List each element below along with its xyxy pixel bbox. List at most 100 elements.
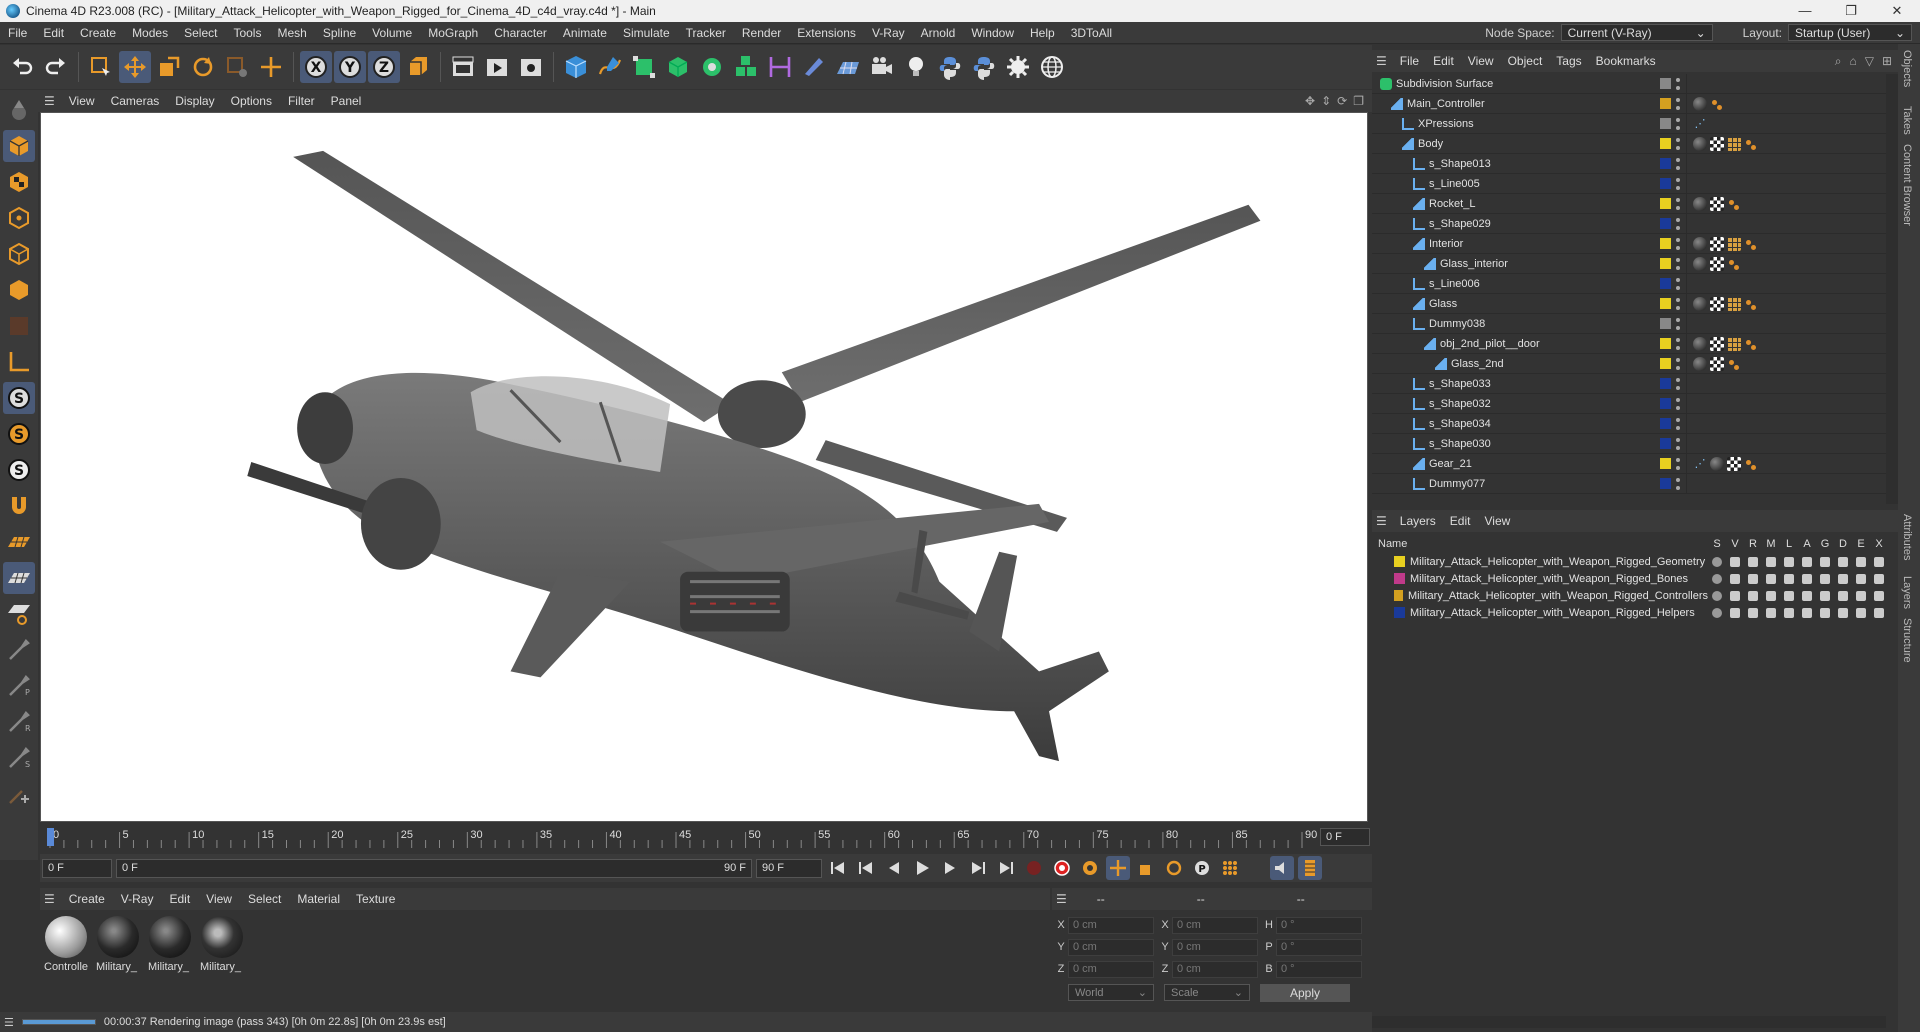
object-row[interactable]: Glass — [1372, 293, 1886, 314]
visibility-dots[interactable] — [1676, 357, 1680, 370]
layer-color-swatch[interactable] — [1660, 138, 1671, 149]
frame-range-slider[interactable]: 0 F 90 F — [116, 858, 752, 878]
layer-toggle-v[interactable] — [1726, 573, 1744, 584]
visibility-dots[interactable] — [1676, 217, 1680, 230]
layer-color-swatch[interactable] — [1660, 298, 1671, 309]
vray-tag-icon[interactable] — [1727, 197, 1741, 211]
layer-color-swatch[interactable] — [1660, 98, 1671, 109]
layer-toggle-d[interactable] — [1834, 590, 1852, 601]
key-pla-button[interactable] — [1218, 856, 1242, 880]
deformer-button[interactable] — [764, 51, 796, 83]
vray-tag-icon[interactable] — [1744, 457, 1758, 471]
tab-objects[interactable]: Objects — [1901, 50, 1913, 87]
scale-mode-dropdown[interactable]: Scale ⌄ — [1164, 984, 1250, 1001]
layer-toggle-r[interactable] — [1744, 556, 1762, 567]
menu-simulate[interactable]: Simulate — [615, 26, 678, 40]
layer-color-swatch[interactable] — [1660, 338, 1671, 349]
layer-toggle-e[interactable] — [1852, 573, 1870, 584]
layer-color-swatch[interactable] — [1660, 398, 1671, 409]
material-menu-create[interactable]: Create — [61, 892, 113, 906]
object-menu-edit[interactable]: Edit — [1426, 54, 1461, 68]
camera-button[interactable] — [866, 51, 898, 83]
menu-modes[interactable]: Modes — [124, 26, 176, 40]
material-menu-material[interactable]: Material — [289, 892, 348, 906]
maximize-view-icon[interactable]: ❐ — [1353, 94, 1364, 108]
hamburger-icon[interactable]: ☰ — [1376, 514, 1387, 528]
layer-toggle-s[interactable] — [1708, 590, 1726, 601]
x-axis-button[interactable]: X — [300, 51, 332, 83]
move-tool-button[interactable] — [119, 51, 151, 83]
menu-select[interactable]: Select — [176, 26, 225, 40]
vray-tag-icon[interactable] — [1744, 237, 1758, 251]
visibility-dots[interactable] — [1676, 137, 1680, 150]
menu-window[interactable]: Window — [963, 26, 1022, 40]
layer-toggle-l[interactable] — [1780, 573, 1798, 584]
menu-spline[interactable]: Spline — [315, 26, 364, 40]
layer-toggle-m[interactable] — [1762, 590, 1780, 601]
viewport-menu-cameras[interactable]: Cameras — [103, 94, 168, 108]
material-tag-icon[interactable] — [1693, 296, 1707, 311]
visibility-dots[interactable] — [1676, 177, 1680, 190]
key-parameter-button[interactable]: P — [1190, 856, 1214, 880]
sculpt-button[interactable] — [3, 634, 35, 666]
visibility-dots[interactable] — [1676, 117, 1680, 130]
z-axis-button[interactable]: Z — [368, 51, 400, 83]
layer-toggle-v[interactable] — [1726, 590, 1744, 601]
layer-color-swatch[interactable] — [1660, 278, 1671, 289]
object-row[interactable]: Gear_21 ⋰ — [1372, 453, 1886, 474]
visibility-dots[interactable] — [1676, 257, 1680, 270]
timeline-window-button[interactable] — [1298, 856, 1322, 880]
uv-tag-icon[interactable] — [1727, 136, 1741, 151]
object-row[interactable]: s_Shape034 — [1372, 413, 1886, 434]
layer-toggle-s[interactable] — [1708, 556, 1726, 567]
material-tag-icon[interactable] — [1693, 236, 1707, 251]
render-view-button[interactable] — [481, 51, 513, 83]
render-settings-button[interactable] — [515, 51, 547, 83]
layer-toggle-l[interactable] — [1780, 556, 1798, 567]
menu-v-ray[interactable]: V-Ray — [864, 26, 913, 40]
menu-render[interactable]: Render — [734, 26, 789, 40]
vray-tag-icon[interactable] — [1744, 137, 1758, 151]
rotation-field[interactable]: 0 ° — [1276, 960, 1362, 978]
next-frame-button[interactable] — [938, 856, 962, 880]
layer-toggle-x[interactable] — [1870, 556, 1888, 567]
material-tag-icon[interactable] — [1693, 196, 1707, 211]
object-row[interactable]: Dummy038 — [1372, 313, 1886, 334]
layer-toggle-r[interactable] — [1744, 607, 1762, 618]
uv-mode-button[interactable] — [3, 310, 35, 342]
layer-toggle-d[interactable] — [1834, 607, 1852, 618]
uv-tag-icon[interactable] — [1727, 236, 1741, 251]
object-scrollbar[interactable] — [1886, 74, 1898, 504]
visibility-dots[interactable] — [1676, 417, 1680, 430]
object-row[interactable]: Glass_2nd — [1372, 353, 1886, 374]
viewport-menu-options[interactable]: Options — [223, 94, 280, 108]
node-space-dropdown[interactable]: Current (V-Ray) ⌄ — [1560, 24, 1713, 41]
xpresso-tag-icon[interactable]: ⋰ — [1693, 117, 1707, 131]
position-field[interactable]: 0 cm — [1068, 960, 1154, 978]
magnet-button[interactable] — [3, 490, 35, 522]
floor-button[interactable] — [832, 51, 864, 83]
keyframe-selection-button[interactable] — [1078, 856, 1102, 880]
visibility-dots[interactable] — [1676, 97, 1680, 110]
layer-toggle-g[interactable] — [1816, 556, 1834, 567]
y-axis-button[interactable]: Y — [334, 51, 366, 83]
material-menu-texture[interactable]: Texture — [348, 892, 403, 906]
size-field[interactable]: 0 cm — [1172, 916, 1258, 934]
timeline-ruler[interactable]: 0 5 10 15 20 25 30 35 40 45 50 55 60 65 70 75 80 85 90 — [40, 826, 1372, 848]
object-row[interactable]: s_Shape032 — [1372, 393, 1886, 414]
previous-frame-button[interactable] — [882, 856, 906, 880]
layer-toggle-m[interactable] — [1762, 556, 1780, 567]
texture-tag-icon[interactable] — [1710, 256, 1724, 271]
object-row[interactable]: s_Line006 — [1372, 273, 1886, 294]
redo-button[interactable] — [40, 51, 72, 83]
material-thumbnail[interactable]: Military_ — [96, 916, 140, 1006]
visibility-dots[interactable] — [1676, 197, 1680, 210]
tab-takes[interactable]: Takes — [1901, 106, 1913, 135]
layer-menu-view[interactable]: View — [1477, 514, 1517, 528]
visibility-dots[interactable] — [1676, 457, 1680, 470]
current-frame-field[interactable]: 0 F — [1320, 828, 1370, 846]
layer-toggle-g[interactable] — [1816, 607, 1834, 618]
layer-color-swatch[interactable] — [1660, 238, 1671, 249]
object-row[interactable]: Body — [1372, 133, 1886, 154]
texture-tag-icon[interactable] — [1710, 296, 1724, 311]
